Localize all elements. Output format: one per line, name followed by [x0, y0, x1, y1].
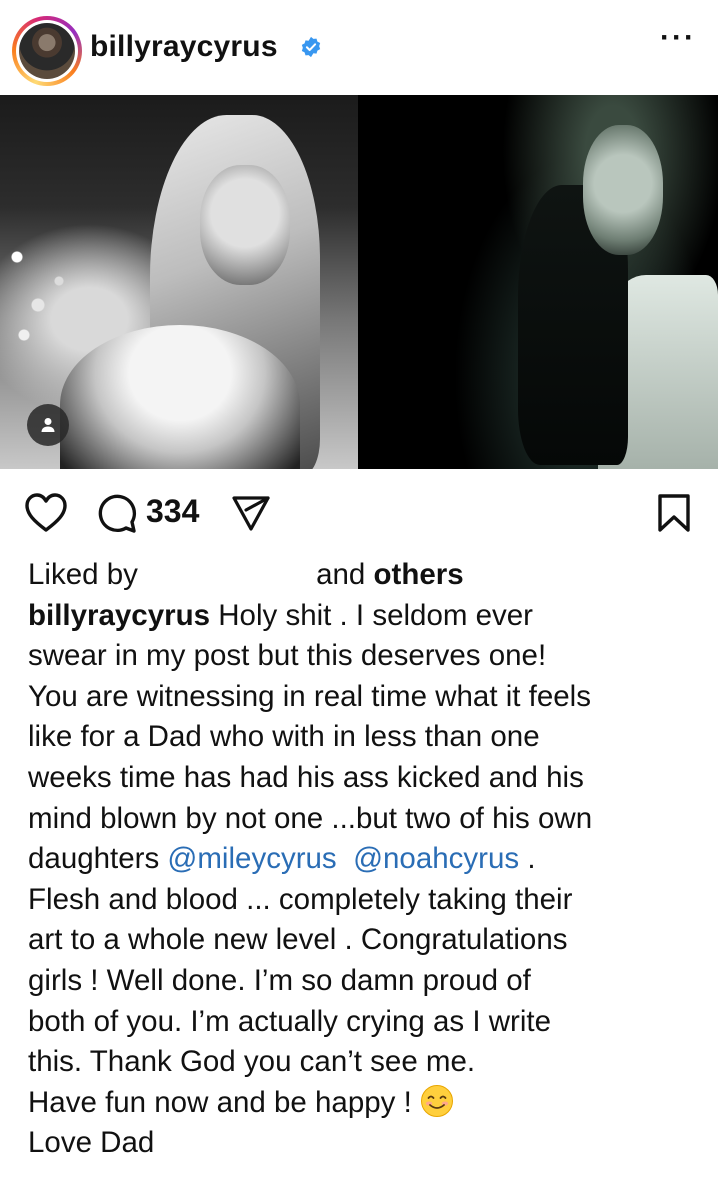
caption-line: swear in my post but this deserves one!: [28, 639, 547, 673]
caption-line: Flesh and blood ... completely taking th…: [28, 882, 573, 916]
likes-others-link[interactable]: others: [374, 558, 464, 591]
mention-noahcyrus[interactable]: @noahcyrus: [353, 842, 519, 875]
bookmark-icon[interactable]: [656, 492, 692, 534]
photo-left: [0, 95, 358, 469]
caption-line: art to a whole new level . Congratulatio…: [28, 923, 568, 957]
caption-line: You are witnessing in real time what it …: [28, 679, 591, 713]
caption-signoff: Love Dad: [28, 1126, 155, 1160]
caption-line: girls ! Well done. I’m so damn proud of: [28, 963, 531, 997]
profile-avatar[interactable]: [12, 16, 82, 86]
caption-line: like for a Dad who with in less than one: [28, 720, 540, 754]
verified-badge-icon: [301, 36, 321, 58]
caption-line: billyraycyrus Holy shit . I seldom ever: [28, 596, 700, 637]
smiling-face-emoji: [420, 1084, 453, 1117]
caption-line: this. Thank God you can’t see me.: [28, 1045, 476, 1079]
more-options-button[interactable]: ···: [660, 23, 696, 53]
comment-count: 334: [146, 493, 200, 529]
send-icon[interactable]: [230, 492, 272, 534]
photo-right: [358, 95, 718, 469]
caption-line: Have fun now and be happy !: [28, 1083, 700, 1124]
caption-text: Holy shit . I seldom ever: [210, 598, 534, 632]
post-media[interactable]: [0, 95, 718, 469]
post-header: billyraycyrus ···: [0, 0, 718, 95]
caption-text: Have fun now and be happy !: [28, 1085, 412, 1119]
caption-line: both of you. I’m actually crying as I wr…: [28, 1004, 552, 1038]
caption: Liked by and others billyraycyrus Holy s…: [28, 555, 700, 1164]
post-username[interactable]: billyraycyrus: [90, 30, 278, 64]
caption-line: mind blown by not one ...but two of his …: [28, 801, 593, 835]
comment-icon[interactable]: [96, 492, 138, 534]
mention-mileycyrus[interactable]: @mileycyrus: [167, 842, 336, 875]
caption-text: .: [519, 842, 536, 876]
user-tag-icon[interactable]: [27, 404, 69, 446]
likes-line[interactable]: Liked by and others: [28, 555, 700, 596]
likes-middle: and: [316, 558, 366, 591]
likes-prefix: Liked by: [28, 558, 138, 591]
action-bar: 334: [0, 469, 718, 559]
heart-icon[interactable]: [24, 492, 68, 534]
caption-username[interactable]: billyraycyrus: [28, 599, 210, 632]
caption-line: weeks time has had his ass kicked and hi…: [28, 760, 584, 794]
caption-line: daughters @mileycyrus @noahcyrus .: [28, 839, 700, 880]
caption-text: daughters: [28, 842, 168, 876]
